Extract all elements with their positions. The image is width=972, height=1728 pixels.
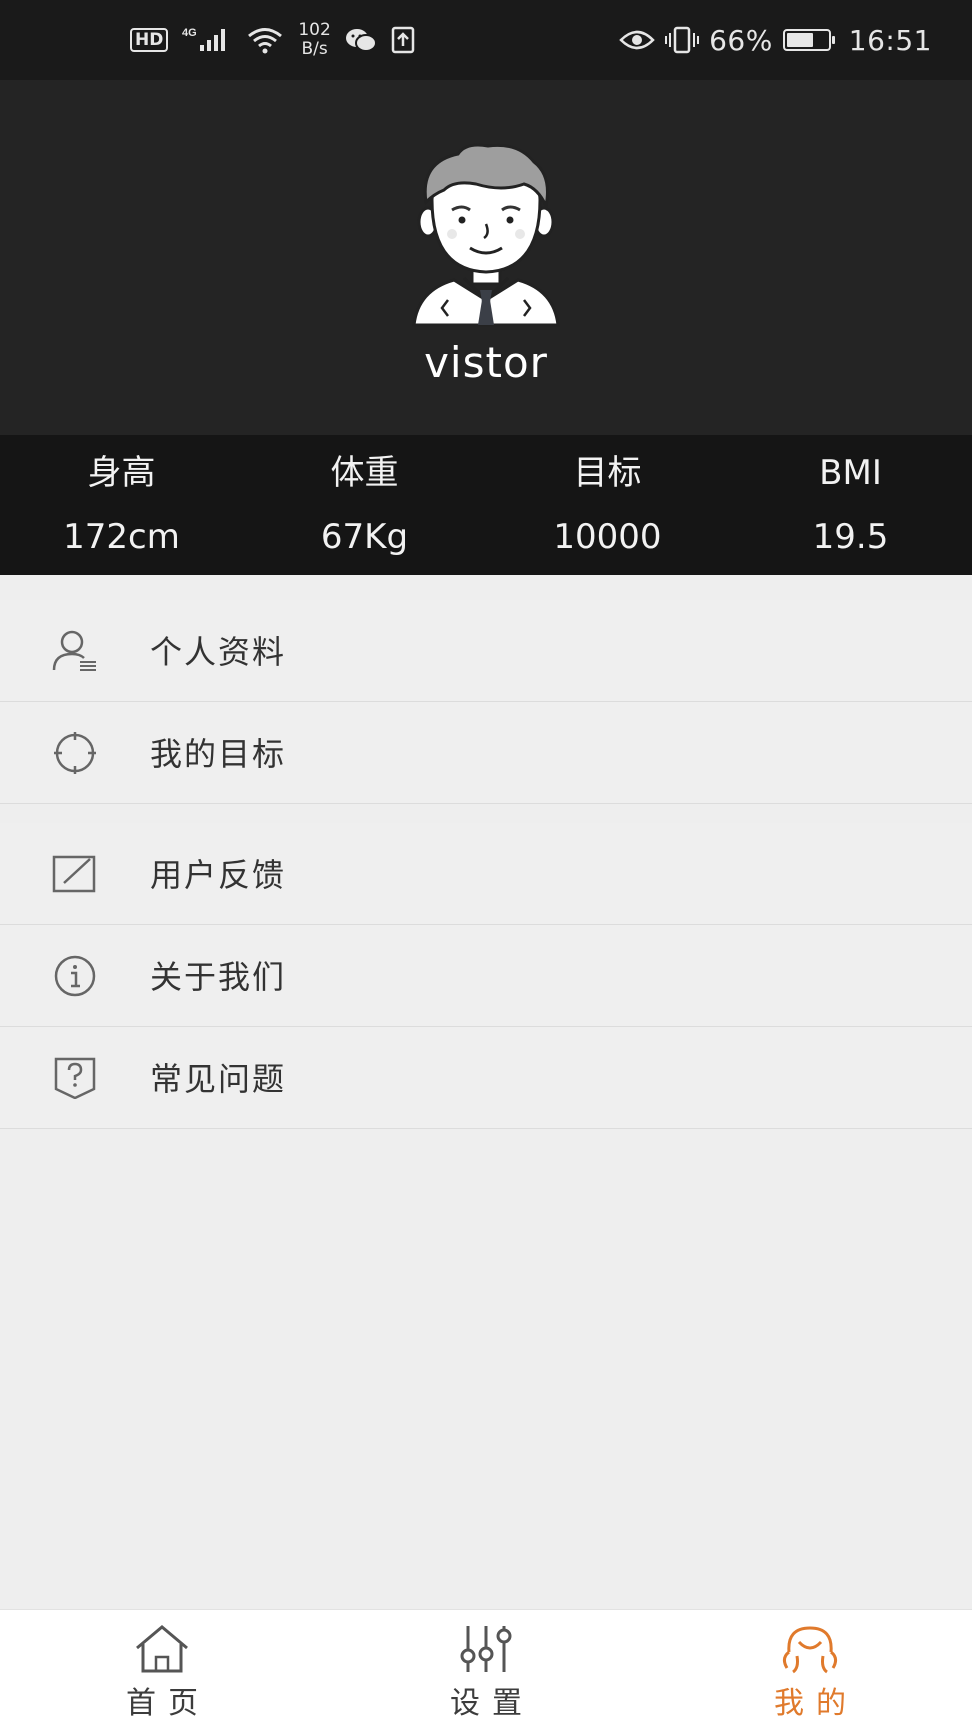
wifi-icon — [246, 25, 284, 55]
edit-icon — [52, 853, 98, 895]
menu-item-label: 关于我们 — [150, 958, 287, 996]
status-time: 16:51 — [848, 23, 932, 57]
nav-label: 我的 — [774, 1686, 858, 1721]
stat-bmi: BMI 19.5 — [729, 435, 972, 575]
stat-value: 172cm — [63, 517, 180, 557]
avatar[interactable] — [406, 140, 566, 330]
stat-weight: 体重 67Kg — [243, 435, 486, 575]
profile-header: vistor — [0, 80, 972, 435]
user-icon — [779, 1624, 841, 1674]
stat-value: 67Kg — [320, 517, 409, 557]
bottom-nav: 首页 设置 我的 — [0, 1609, 972, 1728]
nav-label: 设置 — [450, 1686, 534, 1721]
status-left: HD 4G 102 B/s — [130, 0, 415, 80]
signal-icon: 4G — [182, 25, 232, 55]
stat-label: BMI — [819, 453, 882, 493]
nav-label: 首页 — [126, 1686, 210, 1721]
battery-icon — [782, 29, 835, 51]
menu-item-faq[interactable]: 常见问题 — [0, 1027, 972, 1129]
stat-label: 体重 — [330, 453, 399, 493]
battery-fill — [786, 33, 814, 47]
info-icon — [52, 955, 98, 997]
menu-item-feedback[interactable]: 用户反馈 — [0, 823, 972, 925]
speed-value: 102 — [298, 20, 331, 40]
menu-item-my-goal[interactable]: 我的目标 — [0, 702, 972, 804]
menu-item-label: 常见问题 — [150, 1060, 287, 1098]
network-type: 4G — [182, 27, 197, 39]
stat-value: 10000 — [553, 517, 662, 557]
menu-item-label: 我的目标 — [150, 735, 287, 773]
menu-group-support: 用户反馈 关于我们 常见问题 — [0, 823, 972, 1129]
battery-percent: 66% — [709, 23, 773, 57]
status-bar: HD 4G 102 B/s 66% 16:51 — [0, 0, 972, 80]
stat-value: 19.5 — [812, 517, 889, 557]
speed-unit: B/s — [301, 39, 328, 59]
stat-label: 身高 — [87, 453, 156, 493]
username: vistor — [424, 338, 548, 387]
stat-label: 目标 — [573, 453, 642, 493]
menu-item-profile[interactable]: 个人资料 — [0, 600, 972, 702]
menu-group-profile: 个人资料 我的目标 — [0, 600, 972, 804]
stat-height: 身高 172cm — [0, 435, 243, 575]
upload-icon — [391, 26, 415, 54]
stats-bar: 身高 172cm 体重 67Kg 目标 10000 BMI 19.5 — [0, 435, 972, 575]
vibrate-icon — [665, 26, 700, 54]
menu-item-about[interactable]: 关于我们 — [0, 925, 972, 1027]
tab-home[interactable]: 首页 — [0, 1610, 324, 1728]
sliders-icon — [455, 1624, 517, 1674]
hd-badge: HD — [130, 28, 169, 52]
person-icon — [52, 630, 98, 672]
eye-icon — [619, 28, 655, 52]
wechat-icon — [345, 27, 377, 53]
tab-mine[interactable]: 我的 — [648, 1610, 972, 1728]
menu-item-label: 用户反馈 — [150, 856, 287, 894]
network-speed: 102 B/s — [298, 21, 330, 59]
menu-item-label: 个人资料 — [150, 633, 287, 671]
stat-goal: 目标 10000 — [486, 435, 729, 575]
status-right: 66% 16:51 — [619, 0, 932, 80]
target-icon — [52, 732, 98, 774]
home-icon — [131, 1624, 193, 1674]
tab-settings[interactable]: 设置 — [324, 1610, 648, 1728]
question-icon — [52, 1057, 98, 1100]
